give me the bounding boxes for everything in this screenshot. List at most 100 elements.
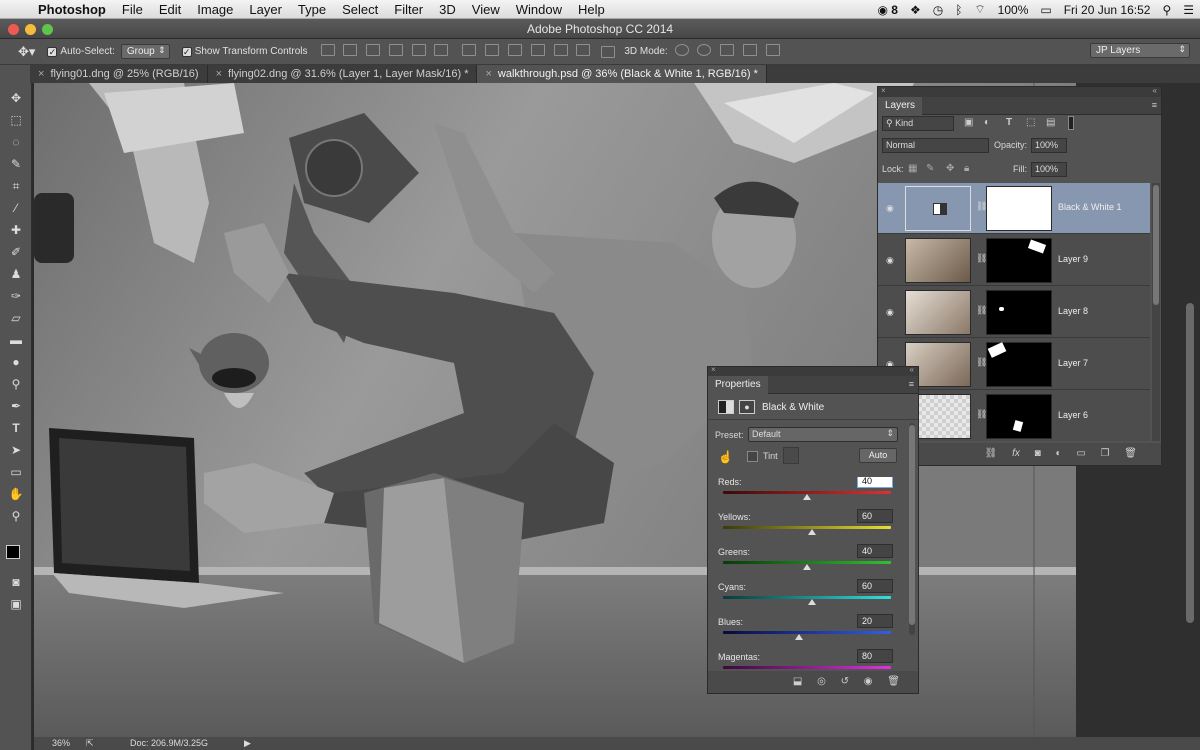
slider-knob[interactable] xyxy=(808,529,817,535)
lock-transparency-icon[interactable]: ▦ xyxy=(908,163,917,174)
visibility-eye-icon[interactable]: ◉ xyxy=(886,255,894,266)
menu-file[interactable]: File xyxy=(114,2,151,17)
quick-mask-icon[interactable]: ◙ xyxy=(6,573,26,591)
slider-knob[interactable] xyxy=(803,564,811,570)
auto-align-icon[interactable] xyxy=(601,45,616,58)
distribute-hcenter-icon[interactable] xyxy=(553,44,568,56)
layer-row[interactable]: ◉ ⛓ Layer 9 xyxy=(878,235,1150,286)
tint-checkbox[interactable] xyxy=(747,451,758,462)
screen-mode-icon[interactable]: ▣ xyxy=(6,595,26,613)
reset-adjustment-icon[interactable]: ↺ xyxy=(841,671,849,693)
3d-scale-icon[interactable] xyxy=(765,44,780,56)
type-tool-icon[interactable]: T xyxy=(6,419,26,437)
menu-image[interactable]: Image xyxy=(189,2,241,17)
panel-menu-icon[interactable]: ≡ xyxy=(909,379,914,389)
minimize-window-icon[interactable] xyxy=(25,24,36,35)
lock-all-icon[interactable]: 🔒︎ xyxy=(964,163,969,174)
lock-position-icon[interactable]: ✥ xyxy=(946,163,954,174)
foreground-color-swatch[interactable] xyxy=(6,545,20,559)
quick-select-tool-icon[interactable]: ✎ xyxy=(6,155,26,173)
hand-tool-icon[interactable]: ✋ xyxy=(6,485,26,503)
layer-name[interactable]: Layer 8 xyxy=(1058,306,1088,316)
panel-collapse-bar[interactable]: × « xyxy=(878,86,1161,97)
adjustment-icon[interactable] xyxy=(718,400,734,414)
delete-adjustment-icon[interactable]: 🗑︎ xyxy=(887,671,900,693)
pen-tool-icon[interactable]: ✒ xyxy=(6,397,26,415)
layer-row[interactable]: ◉ ⛓ Black & White 1 xyxy=(878,183,1150,234)
show-transform-checkbox[interactable]: ✓ xyxy=(181,46,192,57)
menu-app-name[interactable]: Photoshop xyxy=(34,2,114,17)
menu-type[interactable]: Type xyxy=(290,2,334,17)
close-window-icon[interactable] xyxy=(8,24,19,35)
time-machine-icon[interactable]: ◷ xyxy=(927,3,949,17)
align-bottom-icon[interactable] xyxy=(366,44,381,56)
layer-row[interactable]: ◉ ⛓ Layer 8 xyxy=(878,287,1150,338)
battery-text[interactable]: 100% xyxy=(992,3,1035,17)
brush-tool-icon[interactable]: ✐ xyxy=(6,243,26,261)
slider-track[interactable] xyxy=(723,666,891,669)
auto-select-checkbox[interactable]: ✓ xyxy=(47,46,58,57)
shape-tool-icon[interactable]: ▭ xyxy=(6,463,26,481)
close-tab-icon[interactable]: × xyxy=(38,68,44,80)
toggle-visibility-icon[interactable]: ◉ xyxy=(864,671,873,693)
tint-color-swatch[interactable] xyxy=(783,447,799,464)
document-size[interactable]: Doc: 206.9M/3.25G xyxy=(130,737,208,750)
new-group-icon[interactable]: ▭ xyxy=(1076,443,1085,465)
add-mask-icon[interactable]: ◙ xyxy=(1035,443,1041,465)
filter-adjustment-icon[interactable]: ◐ xyxy=(984,117,990,128)
auto-select-dropdown[interactable]: Group xyxy=(120,44,170,59)
slider-track[interactable] xyxy=(723,596,891,599)
clone-stamp-tool-icon[interactable]: ♟ xyxy=(6,265,26,283)
eyedropper-tool-icon[interactable]: ⁄ xyxy=(6,199,26,217)
visibility-eye-icon[interactable]: ◉ xyxy=(886,307,894,318)
close-panel-icon[interactable]: × xyxy=(711,365,716,374)
layer-style-icon[interactable]: fx xyxy=(1012,443,1020,465)
layer-mask-thumbnail[interactable] xyxy=(986,290,1052,335)
datetime[interactable]: Fri 20 Jun 16:52 xyxy=(1058,3,1157,17)
menu-3d[interactable]: 3D xyxy=(431,2,464,17)
view-previous-state-icon[interactable]: ◎ xyxy=(817,671,826,693)
slider-value-input[interactable]: 60 xyxy=(857,509,893,523)
layer-name[interactable]: Layer 9 xyxy=(1058,254,1088,264)
wifi-icon[interactable]: ⌔ xyxy=(968,2,991,17)
layer-name[interactable]: Layer 7 xyxy=(1058,358,1088,368)
slider-track[interactable] xyxy=(723,526,891,529)
distribute-top-icon[interactable] xyxy=(462,44,477,56)
slider-knob[interactable] xyxy=(794,634,803,640)
slider-knob[interactable] xyxy=(808,599,817,605)
3d-roll-icon[interactable] xyxy=(697,44,712,56)
move-tool-icon[interactable]: ✥ xyxy=(6,89,26,107)
healing-brush-tool-icon[interactable]: ✚ xyxy=(6,221,26,239)
3d-rotate-icon[interactable] xyxy=(674,44,689,56)
battery-icon[interactable]: ▭ xyxy=(1034,3,1057,17)
lasso-tool-icon[interactable]: ◌ xyxy=(6,133,26,151)
menu-layer[interactable]: Layer xyxy=(241,2,290,17)
panel-collapse-bar[interactable]: × « xyxy=(708,365,918,376)
mask-icon[interactable]: ● xyxy=(739,400,755,414)
slider-track[interactable] xyxy=(723,631,891,634)
distribute-vcenter-icon[interactable] xyxy=(485,44,500,56)
vertical-scrollbar[interactable] xyxy=(1186,303,1194,623)
slider-value-input[interactable]: 20 xyxy=(857,614,893,628)
menu-help[interactable]: Help xyxy=(570,2,613,17)
panel-menu-icon[interactable]: ≡ xyxy=(1152,100,1157,110)
auto-button[interactable]: Auto xyxy=(859,448,897,463)
notification-center-icon[interactable]: ☰ xyxy=(1177,3,1200,17)
menu-filter[interactable]: Filter xyxy=(386,2,431,17)
properties-tab[interactable]: Properties xyxy=(708,376,768,394)
distribute-right-icon[interactable] xyxy=(576,44,591,56)
document-tab-active[interactable]: × walkthrough.psd @ 36% (Black & White 1,… xyxy=(477,65,767,83)
close-tab-icon[interactable]: × xyxy=(216,68,222,80)
collapse-panel-icon[interactable]: « xyxy=(910,365,914,374)
eraser-tool-icon[interactable]: ▱ xyxy=(6,309,26,327)
opacity-input[interactable]: 100% xyxy=(1031,138,1067,153)
spotlight-icon[interactable]: ⚲ xyxy=(1156,3,1177,17)
layer-mask-thumbnail[interactable] xyxy=(986,394,1052,439)
history-brush-tool-icon[interactable]: ✑ xyxy=(6,287,26,305)
slider-value-input[interactable]: 40 xyxy=(857,477,893,488)
move-tool-preset-icon[interactable]: ✥▾ xyxy=(18,44,35,60)
distribute-left-icon[interactable] xyxy=(530,44,545,56)
align-right-icon[interactable] xyxy=(434,44,449,56)
properties-scrollbar[interactable] xyxy=(909,423,915,635)
document-tab[interactable]: × flying02.dng @ 31.6% (Layer 1, Layer Ma… xyxy=(208,65,478,83)
